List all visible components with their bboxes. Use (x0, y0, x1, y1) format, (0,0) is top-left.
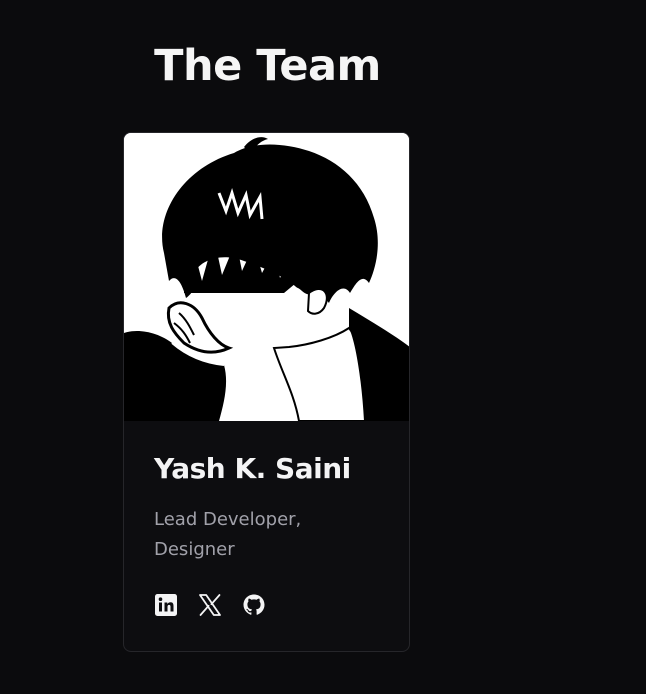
team-member-card: Yash K. Saini Lead Developer, Designer (123, 132, 410, 652)
linkedin-icon (155, 594, 177, 616)
member-photo (124, 133, 409, 421)
social-links (154, 593, 389, 617)
x-twitter-icon (199, 594, 221, 616)
x-twitter-link[interactable] (198, 593, 222, 617)
github-link[interactable] (242, 593, 266, 617)
team-page: The Team Yash K. Saini Lead Developer, D… (0, 0, 646, 694)
member-info: Yash K. Saini Lead Developer, Designer (154, 451, 389, 617)
linkedin-link[interactable] (154, 593, 178, 617)
member-role: Lead Developer, Designer (154, 509, 302, 560)
github-icon (243, 594, 265, 615)
section-title: The Team (154, 41, 381, 91)
member-name: Yash K. Saini (154, 452, 351, 485)
